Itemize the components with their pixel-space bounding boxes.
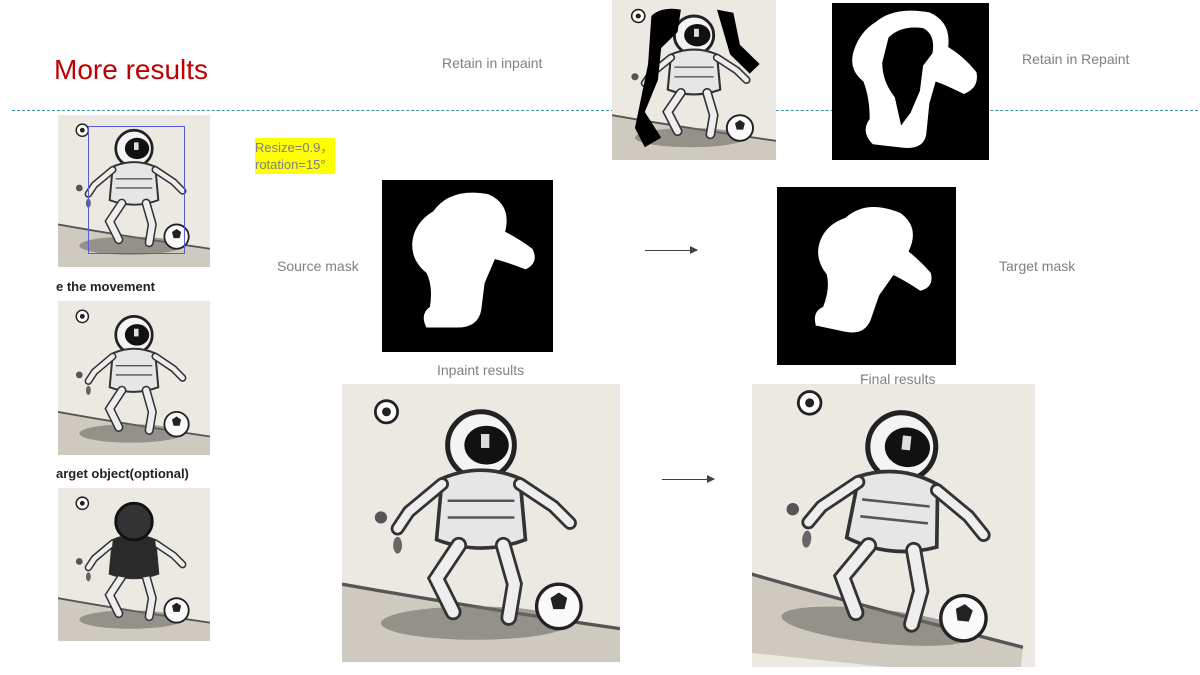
divider-line bbox=[12, 110, 1198, 111]
label-source-mask: Source mask bbox=[277, 258, 359, 274]
final-result-image bbox=[752, 384, 1035, 667]
label-retain-inpaint: Retain in inpaint bbox=[442, 55, 543, 71]
target-mask-image bbox=[777, 187, 956, 365]
retain-repaint-mask bbox=[832, 3, 989, 160]
slide-title: More results bbox=[54, 54, 209, 85]
arrow-mask-transform bbox=[645, 246, 698, 254]
left-moved-image bbox=[58, 301, 210, 455]
label-retain-repaint: Retain in Repaint bbox=[1022, 51, 1130, 67]
left-original-image bbox=[58, 115, 210, 267]
arrow-result-transform bbox=[662, 475, 715, 483]
label-target-mask: Target mask bbox=[999, 258, 1076, 274]
label-final-results: Final results bbox=[860, 371, 936, 387]
source-mask-image bbox=[382, 180, 553, 352]
transform-params: Resize=0.9， rotation=15° bbox=[255, 138, 336, 174]
retain-inpaint-image bbox=[612, 0, 776, 160]
inpaint-result-image bbox=[342, 384, 620, 662]
caption-movement: e the movement bbox=[56, 279, 155, 294]
label-inpaint-results: Inpaint results bbox=[437, 362, 525, 378]
param-resize: Resize=0.9， bbox=[255, 140, 334, 155]
bounding-box bbox=[88, 126, 185, 254]
left-target-image bbox=[58, 488, 210, 641]
caption-target-object: arget object(optional) bbox=[56, 466, 189, 481]
param-rotation: rotation=15° bbox=[255, 157, 326, 172]
